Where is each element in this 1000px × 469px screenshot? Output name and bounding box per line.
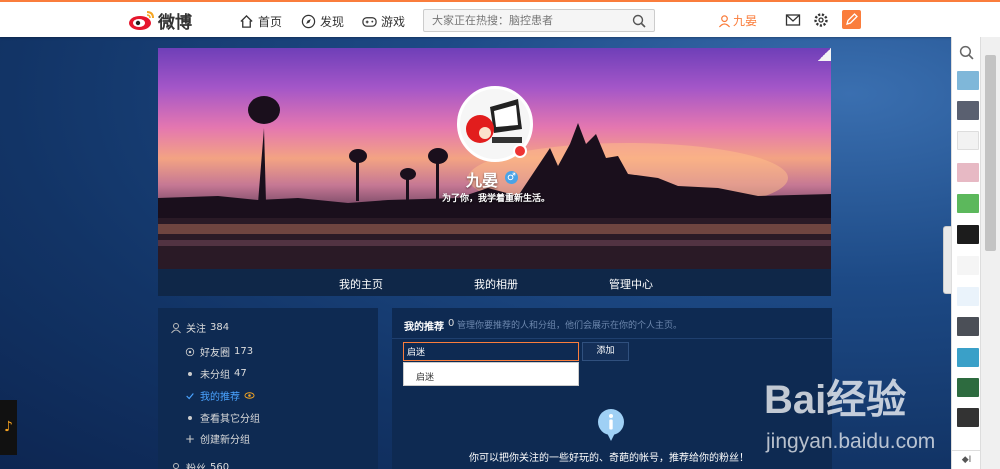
pencil-icon bbox=[846, 13, 858, 25]
gamepad-icon bbox=[362, 16, 377, 27]
follow-sidebar: 关注 384 好友圈 173 未分组 47 我的推荐 查看其它分组 创建新分组 … bbox=[158, 308, 378, 469]
user-icon bbox=[718, 14, 731, 27]
profile-bio: 为了你，我学着重新生活。 bbox=[442, 194, 551, 204]
tab-my-album[interactable]: 我的相册 bbox=[474, 276, 518, 292]
bullet-icon bbox=[188, 415, 192, 420]
sidebar-item-label: 查看其它分组 bbox=[200, 414, 260, 425]
sidebar-item-label: 好友圈 bbox=[200, 348, 230, 359]
search-box bbox=[423, 9, 655, 32]
scrollbar-thumb[interactable] bbox=[985, 55, 996, 251]
weibo-eye-icon bbox=[129, 11, 154, 30]
sidebar-item-other-groups[interactable]: 查看其它分组 bbox=[184, 410, 260, 425]
divider bbox=[392, 338, 832, 339]
app-tile[interactable] bbox=[957, 71, 979, 90]
nav-discover[interactable]: 发现 bbox=[301, 12, 344, 30]
profile-name: 九晏 bbox=[466, 171, 499, 190]
brand-name: 微博 bbox=[158, 12, 192, 33]
app-tile[interactable] bbox=[957, 101, 979, 120]
recommend-count: 0 bbox=[448, 318, 455, 329]
mail-icon[interactable] bbox=[785, 12, 801, 28]
compose-button[interactable] bbox=[842, 10, 861, 29]
app-tile[interactable] bbox=[957, 408, 979, 427]
music-note-icon[interactable]: ♪ bbox=[0, 400, 17, 455]
suggestion-item[interactable]: 启迷 bbox=[416, 370, 434, 383]
watermark-brand: Bai经验 bbox=[764, 378, 906, 422]
fans-count: 560 bbox=[210, 462, 230, 469]
follow-header[interactable]: 关注 384 bbox=[170, 320, 229, 335]
weibo-logo[interactable]: 微博 bbox=[128, 9, 192, 33]
search-icon[interactable] bbox=[632, 14, 646, 28]
tab-admin-center[interactable]: 管理中心 bbox=[609, 276, 653, 292]
recommend-title: 我的推荐 bbox=[404, 322, 444, 333]
follow-label: 关注 bbox=[186, 324, 206, 335]
app-tile[interactable] bbox=[957, 378, 979, 397]
user-profile-link[interactable]: 九晏 bbox=[718, 12, 757, 29]
cover-edit-corner[interactable] bbox=[818, 48, 831, 61]
eye-icon bbox=[243, 390, 255, 402]
add-button[interactable]: 添加 bbox=[582, 342, 629, 361]
nav-games-label: 游戏 bbox=[381, 14, 406, 29]
nav-home[interactable]: 首页 bbox=[239, 12, 282, 30]
watermark-url: jingyan.baidu.com bbox=[765, 430, 935, 453]
follow-count: 384 bbox=[210, 322, 230, 333]
scrollbar[interactable] bbox=[980, 37, 1000, 469]
check-icon bbox=[184, 390, 196, 402]
info-icon bbox=[598, 409, 624, 441]
sidebar-item-create-group[interactable]: 创建新分组 bbox=[184, 431, 250, 446]
app-tile[interactable] bbox=[957, 317, 979, 336]
profile-tabs: 我的主页 我的相册 管理中心 bbox=[158, 269, 831, 296]
sidebar-item-my-recommend[interactable]: 我的推荐 bbox=[184, 388, 259, 403]
nav-home-label: 首页 bbox=[258, 14, 283, 29]
fans-label: 粉丝 bbox=[186, 460, 206, 469]
sidebar-item-label: 未分组 bbox=[200, 370, 230, 381]
top-navbar: 微博 首页 发现 游戏 九晏 bbox=[0, 0, 1000, 37]
verified-badge-icon bbox=[513, 144, 527, 158]
sidebar-item-count: 173 bbox=[234, 346, 254, 357]
nav-discover-label: 发现 bbox=[320, 14, 345, 29]
sidebar-item-label: 我的推荐 bbox=[200, 392, 240, 403]
fans-header[interactable]: 粉丝 560 bbox=[170, 460, 229, 469]
username: 九晏 bbox=[733, 14, 758, 28]
app-tile[interactable] bbox=[957, 131, 979, 150]
tab-my-home[interactable]: 我的主页 bbox=[339, 276, 383, 292]
home-icon bbox=[240, 14, 253, 28]
bullet-icon bbox=[188, 371, 192, 376]
circle-icon bbox=[184, 346, 196, 358]
suggestion-dropdown: 启迷 bbox=[403, 362, 579, 386]
app-tile[interactable] bbox=[957, 348, 979, 367]
app-tile[interactable] bbox=[957, 194, 979, 213]
sidebar-item-count: 47 bbox=[234, 368, 247, 379]
app-tile[interactable] bbox=[957, 225, 979, 244]
nav-games[interactable]: 游戏 bbox=[362, 12, 405, 30]
search-input[interactable] bbox=[424, 10, 624, 31]
sidebar-item-friends-circle[interactable]: 好友圈 173 bbox=[184, 344, 253, 359]
plus-icon bbox=[184, 433, 196, 445]
baidu-watermark: Bai经验 jingyan.baidu.com bbox=[764, 378, 935, 453]
sidebar-item-label: 创建新分组 bbox=[200, 435, 250, 446]
rightbar-collapse-handle[interactable] bbox=[943, 226, 951, 294]
user-outline-icon bbox=[170, 462, 182, 469]
recommend-input[interactable] bbox=[403, 342, 579, 361]
recommend-description: 管理你要推荐的人和分组，他们会展示在你的个人主页。 bbox=[457, 321, 683, 331]
app-tile[interactable] bbox=[957, 287, 979, 306]
weibo-app-icon[interactable] bbox=[957, 256, 979, 275]
compass-icon bbox=[301, 14, 316, 28]
app-tile[interactable] bbox=[957, 163, 979, 182]
search-icon[interactable] bbox=[959, 45, 974, 60]
gear-icon[interactable] bbox=[813, 12, 829, 28]
user-outline-icon bbox=[170, 322, 182, 334]
sidebar-item-ungrouped[interactable]: 未分组 47 bbox=[184, 366, 247, 381]
male-icon: ♂ bbox=[505, 171, 518, 184]
